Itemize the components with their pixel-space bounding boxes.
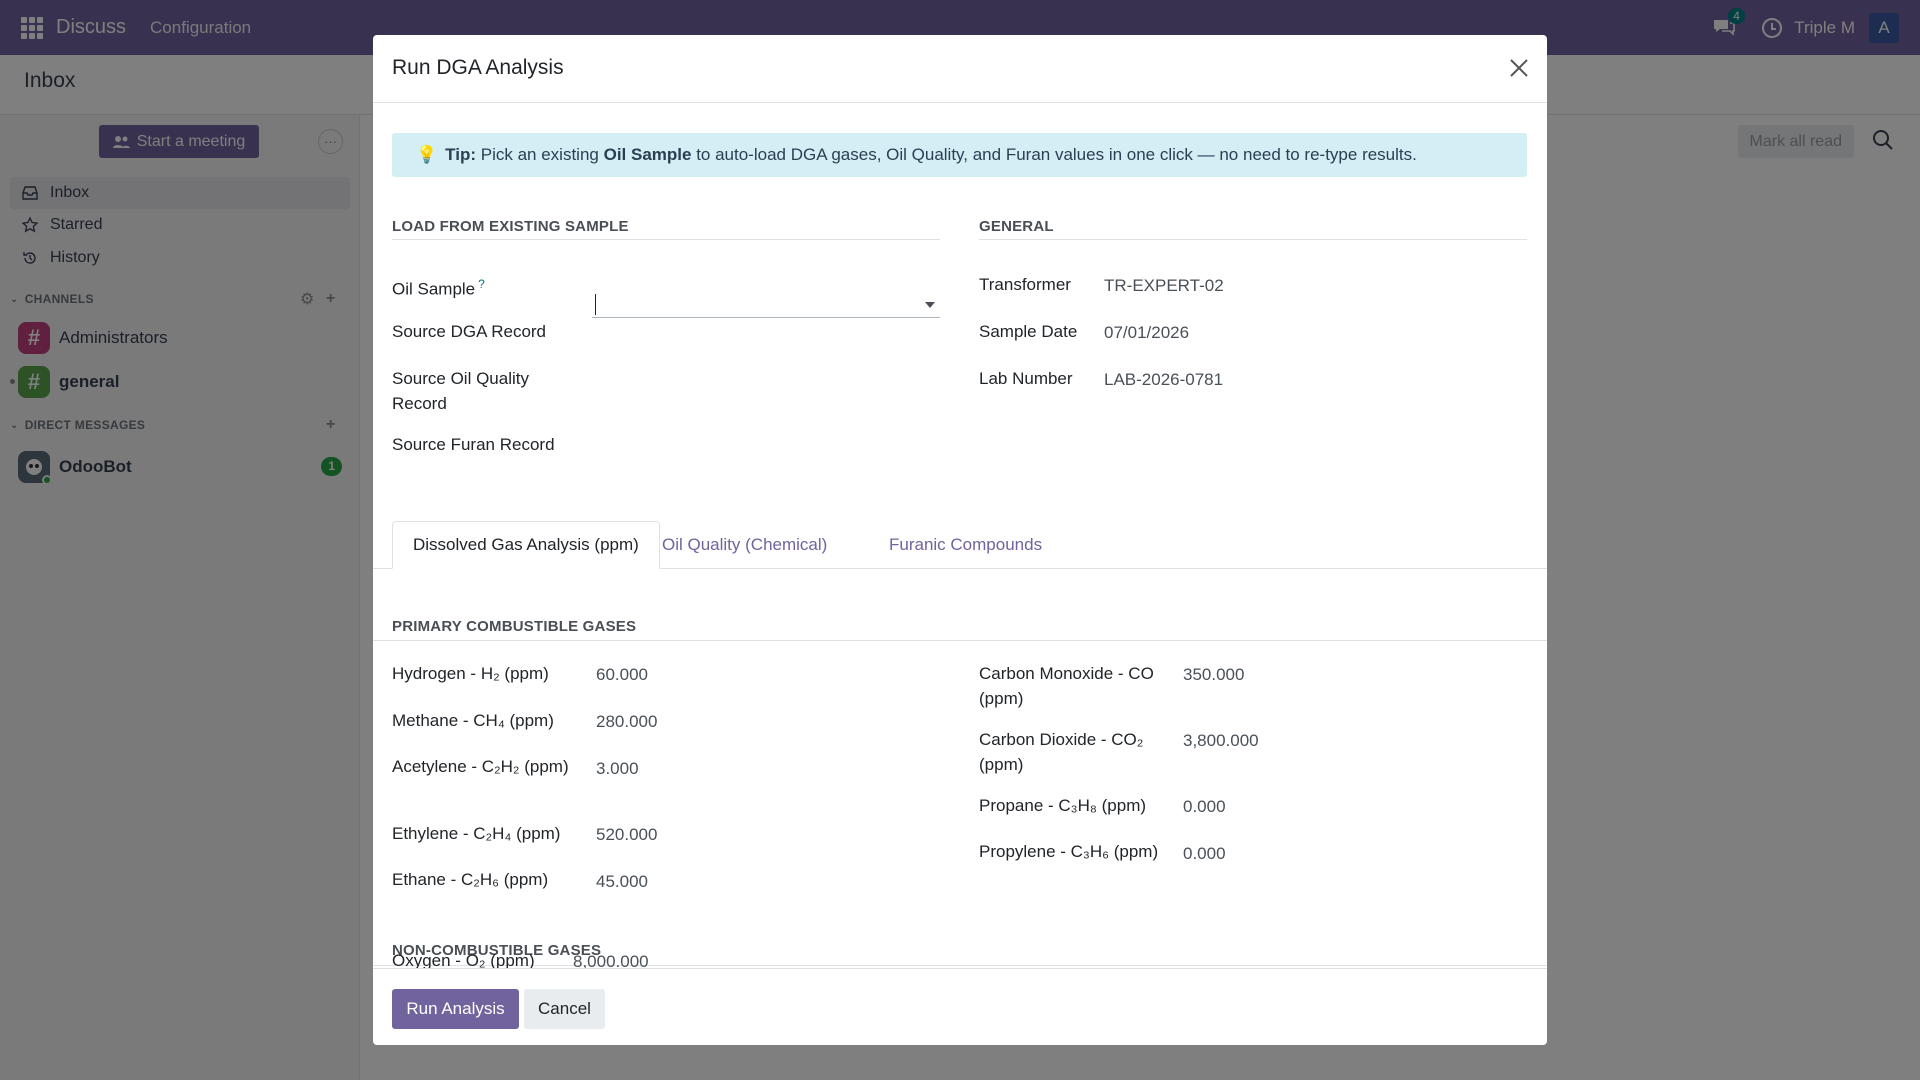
section-divider <box>392 239 940 240</box>
ethylene-label: Ethylene - C₂H₄ (ppm) <box>392 824 561 843</box>
cancel-button[interactable]: Cancel <box>524 989 605 1029</box>
text-caret <box>595 294 596 315</box>
ethylene-value[interactable]: 520.000 <box>596 825 657 845</box>
load-section-title: LOAD FROM EXISTING SAMPLE <box>392 218 629 235</box>
section-divider <box>979 239 1527 240</box>
propylene-label: Propylene - C₃H₆ (ppm) <box>979 842 1159 861</box>
methane-label: Methane - CH₄ (ppm) <box>392 711 554 730</box>
primary-gases-title: PRIMARY COMBUSTIBLE GASES <box>392 618 637 635</box>
sample-date-label: Sample Date <box>979 322 1078 341</box>
source-furan-label: Source Furan Record <box>392 435 555 454</box>
notebook-tabs: Dissolved Gas Analysis (ppm) Oil Quality… <box>373 521 1547 569</box>
propylene-value[interactable]: 0.000 <box>1183 844 1226 864</box>
carbon-monoxide-label: Carbon Monoxide - CO (ppm) <box>979 664 1154 708</box>
tip-banner: 💡 Tip: Pick an existing Oil Sample to au… <box>392 133 1527 177</box>
run-analysis-button[interactable]: Run Analysis <box>392 989 519 1029</box>
modal-title: Run DGA Analysis <box>392 56 564 79</box>
carbon-dioxide-value[interactable]: 3,800.000 <box>1183 731 1259 751</box>
oil-sample-label: Oil Sample? <box>392 272 485 302</box>
hydrogen-label: Hydrogen - H₂ (ppm) <box>392 664 549 683</box>
acetylene-label: Acetylene - C₂H₂ (ppm) <box>392 757 569 776</box>
propane-value[interactable]: 0.000 <box>1183 797 1226 817</box>
oil-sample-select[interactable] <box>592 290 940 318</box>
tab-furanic-compounds[interactable]: Furanic Compounds <box>869 521 1062 569</box>
help-tooltip-icon[interactable]: ? <box>478 277 485 291</box>
ethane-label: Ethane - C₂H₆ (ppm) <box>392 870 549 889</box>
propane-label: Propane - C₃H₈ (ppm) <box>979 796 1147 815</box>
modal-body: 💡 Tip: Pick an existing Oil Sample to au… <box>373 104 1547 968</box>
tip-bold: Oil Sample <box>603 145 692 164</box>
oil-sample-label-text: Oil Sample <box>392 279 476 299</box>
carbon-monoxide-value[interactable]: 350.000 <box>1183 665 1244 685</box>
modal-footer: Run Analysis Cancel <box>373 968 1547 1045</box>
source-dga-label: Source DGA Record <box>392 322 547 341</box>
oxygen-value[interactable]: 8,000.000 <box>573 952 649 968</box>
dropdown-arrow-icon[interactable] <box>925 302 935 308</box>
tip-text-1: Pick an existing <box>476 145 604 164</box>
lightbulb-icon: 💡 <box>416 145 438 164</box>
oxygen-row-clip: Oxygen - O₂ (ppm) 8,000.000 <box>373 950 1547 968</box>
ethane-value[interactable]: 45.000 <box>596 872 648 892</box>
hydrogen-value[interactable]: 60.000 <box>596 665 648 685</box>
source-oil-quality-label: Source Oil Quality Record <box>392 369 529 413</box>
carbon-dioxide-label: Carbon Dioxide - CO₂ (ppm) <box>979 730 1144 774</box>
oxygen-label: Oxygen - O₂ (ppm) <box>392 951 535 968</box>
lab-number-label: Lab Number <box>979 369 1073 388</box>
run-dga-analysis-dialog: Run DGA Analysis 💡 Tip: Pick an existing… <box>373 35 1547 1045</box>
tip-text-2: to auto-load DGA gases, Oil Quality, and… <box>691 145 1417 164</box>
modal-header: Run DGA Analysis <box>373 35 1547 103</box>
tab-oil-quality[interactable]: Oil Quality (Chemical) <box>642 521 847 569</box>
sample-date-value[interactable]: 07/01/2026 <box>1104 323 1189 343</box>
lab-number-value[interactable]: LAB-2026-0781 <box>1104 370 1223 390</box>
general-section-title: GENERAL <box>979 218 1054 235</box>
section-divider <box>373 640 1547 641</box>
transformer-value[interactable]: TR-EXPERT-02 <box>1104 276 1224 296</box>
tip-prefix: Tip: <box>445 145 477 164</box>
methane-value[interactable]: 280.000 <box>596 712 657 732</box>
transformer-label: Transformer <box>979 275 1071 294</box>
acetylene-value[interactable]: 3.000 <box>596 759 639 779</box>
close-icon[interactable] <box>1509 58 1529 78</box>
tab-dissolved-gas-analysis[interactable]: Dissolved Gas Analysis (ppm) <box>392 521 660 569</box>
